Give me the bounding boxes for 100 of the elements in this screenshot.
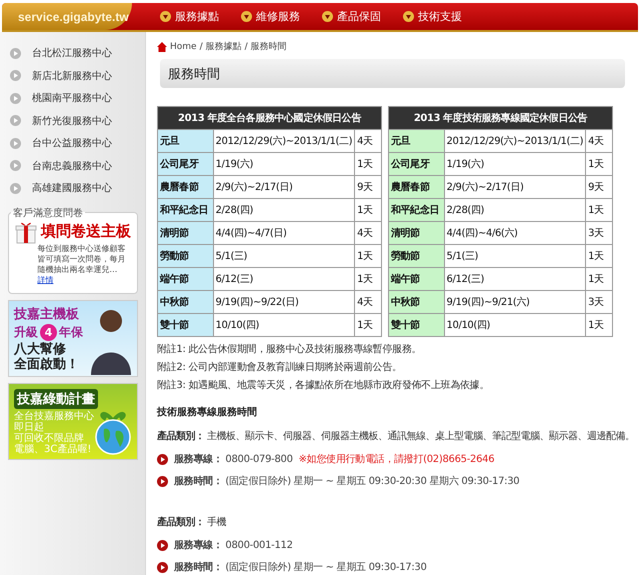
service-center-link[interactable]: 新店北新服務中心 bbox=[8, 64, 138, 87]
banner-title: 技嘉主機板 bbox=[14, 306, 80, 322]
banner-text: 全面啟動！ bbox=[14, 356, 80, 372]
service-center-link[interactable]: 台南忠義服務中心 bbox=[8, 154, 138, 177]
nav-link[interactable]: 服務據點 bbox=[160, 9, 219, 24]
service-center-link[interactable]: 台北松江服務中心 bbox=[8, 42, 138, 64]
date-cell: 10/10(四) bbox=[444, 314, 586, 336]
date-cell: 2/9(六)~2/17(日) bbox=[444, 176, 586, 198]
days-cell: 1天 bbox=[586, 268, 612, 290]
holiday-name-cell: 元旦 bbox=[158, 130, 214, 152]
play-icon bbox=[157, 540, 168, 550]
service-info: 服務時間： (固定假日除外) 星期一 ~ 星期五 09:30-17:30 bbox=[174, 560, 427, 574]
banner-text: 電腦、3C產品喔! bbox=[14, 444, 92, 454]
footnote: 附註2: 公司內部運動會及教育訓練日期將於兩週前公告。 bbox=[157, 360, 403, 375]
promo-banner[interactable]: 技嘉綠動計畫 全台技嘉服務中心 即日起 可回收不限品牌 電腦、3C產品喔! bbox=[8, 382, 138, 460]
holiday-name-cell: 農曆春節 bbox=[158, 176, 214, 198]
days-cell: 4天 bbox=[586, 130, 612, 152]
date-cell: 2012/12/29(六)~2013/1/1(二) bbox=[444, 130, 586, 152]
holiday-name-cell: 清明節 bbox=[158, 222, 214, 244]
days-cell: 9天 bbox=[354, 176, 382, 198]
days-cell: 4天 bbox=[354, 222, 382, 244]
details-link[interactable]: 詳情 bbox=[37, 276, 54, 284]
breadcrumb-link[interactable]: 服務據點 bbox=[206, 40, 242, 53]
days-cell: 1天 bbox=[354, 314, 382, 336]
survey-text: 每位到服務中心送修顧客皆可填寫一次問卷，每月隨機抽出兩名幸運兒… 詳情 bbox=[36, 244, 126, 286]
breadcrumb-link[interactable]: 服務時間 bbox=[250, 40, 287, 53]
holiday-name-cell: 雙十節 bbox=[388, 314, 444, 336]
date-cell: 5/1(三) bbox=[444, 244, 586, 268]
site-name: service.gigabyte.tw bbox=[2, 3, 132, 30]
play-icon bbox=[10, 92, 21, 104]
breadcrumb-separator: / bbox=[200, 42, 203, 52]
number-badge: 4 bbox=[40, 324, 57, 340]
banner-title: 技嘉綠動計畫 bbox=[14, 388, 98, 408]
days-cell: 1天 bbox=[354, 244, 382, 268]
service-info: 服務專線： 0800-001-112 bbox=[174, 538, 293, 552]
nav-link[interactable]: 產品保固 bbox=[322, 9, 381, 24]
date-cell: 6/12(三) bbox=[444, 268, 586, 290]
product-category: 產品類別： 手機 bbox=[157, 516, 228, 530]
days-cell: 1天 bbox=[586, 244, 612, 268]
promo-banner[interactable]: 技嘉主機板 升級 4 年保 八大幫修 全面啟動！ bbox=[8, 300, 138, 376]
holiday-name-cell: 和平紀念日 bbox=[158, 198, 214, 222]
days-cell: 4天 bbox=[354, 130, 382, 152]
holiday-name-cell: 農曆春節 bbox=[388, 176, 444, 198]
service-center-link[interactable]: 高雄建國服務中心 bbox=[8, 177, 138, 200]
service-center-link[interactable]: 新竹光復服務中心 bbox=[8, 110, 138, 132]
date-cell: 9/19(四)~9/22(日) bbox=[213, 290, 355, 314]
date-cell: 4/4(四)~4/6(六) bbox=[444, 222, 586, 244]
play-icon bbox=[10, 138, 21, 149]
holiday-name-cell: 和平紀念日 bbox=[388, 198, 444, 222]
table-header: 2013 年度全台各服務中心國定休假日公告 bbox=[158, 106, 382, 130]
play-icon bbox=[10, 48, 21, 59]
service-info: 服務專線： 0800-079-800 ※如您使用行動電話，請撥打(02)8665-2646 bbox=[174, 452, 494, 466]
date-cell: 2/28(四) bbox=[213, 198, 355, 222]
days-cell: 3天 bbox=[586, 290, 612, 314]
date-cell: 10/10(四) bbox=[213, 314, 355, 336]
holiday-name-cell: 公司尾牙 bbox=[158, 152, 214, 176]
days-cell: 9天 bbox=[586, 176, 612, 198]
banner-text: 年保 bbox=[59, 324, 83, 340]
banner-text: 八大幫修 bbox=[14, 342, 67, 356]
page-title: 服務時間 bbox=[160, 59, 625, 88]
date-cell: 1/19(六) bbox=[213, 152, 355, 176]
days-cell: 1天 bbox=[586, 198, 612, 222]
service-info: 服務時間： (固定假日除外) 星期一 ~ 星期五 09:30-20:30 星期六 09:30-17:30 bbox=[174, 474, 520, 488]
holiday-name-cell: 元旦 bbox=[388, 130, 444, 152]
play-icon bbox=[157, 562, 168, 572]
play-icon bbox=[10, 160, 21, 172]
date-cell: 1/19(六) bbox=[444, 152, 586, 176]
holiday-name-cell: 中秋節 bbox=[158, 290, 214, 314]
banner-text: 升級 bbox=[14, 324, 38, 340]
section-heading: 技術服務專線服務時間 bbox=[157, 406, 258, 420]
service-center-link[interactable]: 台中公益服務中心 bbox=[8, 132, 138, 154]
banner-text: 可回收不限品牌 bbox=[14, 432, 85, 444]
nav-link[interactable]: 技術支援 bbox=[403, 9, 462, 24]
footnote: 附註1: 此公告休假期間，服務中心及技術服務專線暫停服務。 bbox=[157, 342, 422, 357]
play-icon bbox=[10, 70, 21, 82]
holiday-name-cell: 清明節 bbox=[388, 222, 444, 244]
holiday-name-cell: 勞動節 bbox=[158, 244, 214, 268]
home-icon[interactable] bbox=[157, 42, 167, 52]
date-cell: 2012/12/29(六)~2013/1/1(二) bbox=[213, 130, 355, 152]
days-cell: 1天 bbox=[586, 152, 612, 176]
table-header: 2013 年度技術服務專線國定休假日公告 bbox=[388, 106, 612, 130]
date-cell: 4/4(四)~4/7(日) bbox=[213, 222, 355, 244]
date-cell: 9/19(四)~9/21(六) bbox=[444, 290, 586, 314]
play-icon bbox=[157, 454, 168, 464]
date-cell: 2/28(四) bbox=[444, 198, 586, 222]
nav-link[interactable]: 維修服務 bbox=[241, 9, 300, 24]
survey-legend: 客戶滿意度問卷 bbox=[11, 206, 85, 220]
date-cell: 6/12(三) bbox=[213, 268, 355, 290]
banner-text: 即日起 bbox=[14, 422, 44, 432]
play-icon bbox=[157, 476, 168, 486]
holiday-name-cell: 端午節 bbox=[388, 268, 444, 290]
play-icon bbox=[10, 182, 21, 194]
holiday-name-cell: 中秋節 bbox=[388, 290, 444, 314]
breadcrumb-link[interactable]: Home bbox=[170, 42, 197, 52]
holiday-name-cell: 勞動節 bbox=[388, 244, 444, 268]
days-cell: 4天 bbox=[354, 290, 382, 314]
service-center-link[interactable]: 桃園南平服務中心 bbox=[8, 87, 138, 110]
breadcrumb-separator: / bbox=[244, 42, 248, 52]
days-cell: 1天 bbox=[354, 198, 382, 222]
days-cell: 1天 bbox=[586, 314, 612, 336]
